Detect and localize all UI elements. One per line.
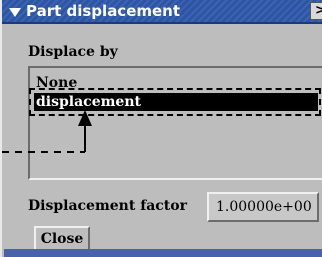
displace-by-label: Displace by: [28, 44, 118, 60]
part-displacement-dialog: Part displacement > Displace by None dis…: [0, 0, 322, 257]
title-bar[interactable]: Part displacement >: [2, 0, 322, 24]
displacement-factor-label: Displacement factor: [28, 198, 187, 214]
window-title: Part displacement: [26, 2, 181, 20]
window-bottom-edge: [4, 249, 322, 257]
list-item-none[interactable]: None: [34, 74, 318, 92]
displace-by-listbox[interactable]: None displacement: [28, 66, 322, 180]
list-item-displacement[interactable]: displacement: [34, 93, 318, 111]
title-close-button[interactable]: >: [310, 2, 322, 20]
chevron-down-icon[interactable]: [8, 5, 22, 19]
displacement-factor-field[interactable]: 1.00000e+00: [207, 192, 319, 222]
